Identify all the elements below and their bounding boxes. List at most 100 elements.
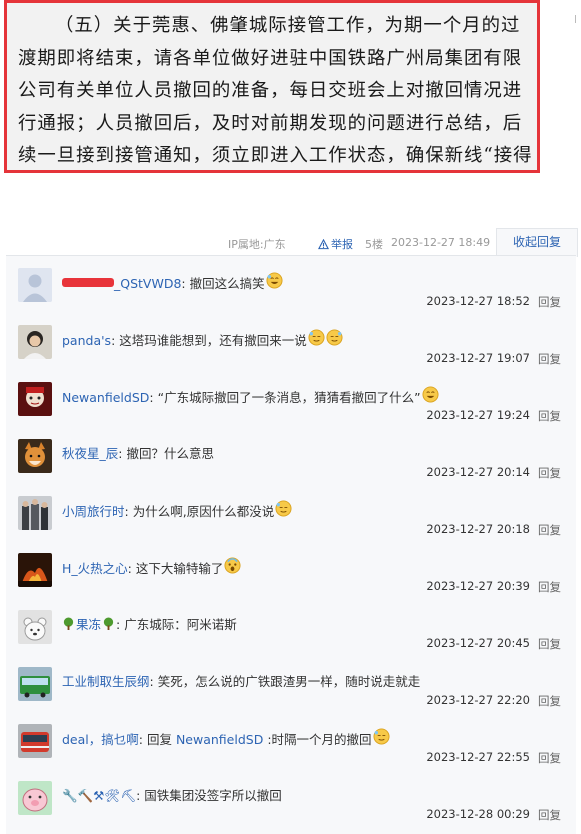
comment-item: 工业制取生辰纲: 笑死，怎么说的广铁跟渣男一样，随时说走就走 2023-12-2… <box>6 659 576 716</box>
comment-line: NewanfieldSD: “广东城际撤回了一条消息，猜猜看撤回了什么” <box>62 386 439 406</box>
train-avatar-icon <box>18 724 52 758</box>
user-photo-icon <box>18 382 52 416</box>
comment-item: 小周旅行时: 为什么啊,原因什么都没说 2023-12-27 20:18 回复 <box>6 488 576 545</box>
avatar[interactable] <box>18 439 52 473</box>
comment-item: _QStVWD8: 撤回这么搞笑 2023-12-27 18:52 回复 <box>6 260 576 317</box>
pig-avatar-icon <box>18 781 52 815</box>
comment-text: “广东城际撤回了一条消息，猜猜看撤回了什么” <box>157 390 421 405</box>
comment-time: 2023-12-27 20:18 <box>426 522 530 536</box>
comment-line: 秋夜星_辰: 撤回？什么意思 <box>62 446 214 461</box>
redaction-mark <box>62 278 114 287</box>
comment-username[interactable]: H_火热之心 <box>62 561 128 576</box>
comment-username[interactable]: 秋夜星_辰 <box>62 446 118 461</box>
sweat-emoji-icon <box>308 329 325 346</box>
comment-text: 这下大输特输了 <box>135 561 224 576</box>
reply-link[interactable]: 回复 <box>538 807 561 823</box>
comment-text: 国铁集团没签字所以撤回 <box>144 788 282 803</box>
bear-avatar-icon <box>18 610 52 644</box>
avatar[interactable] <box>18 781 52 815</box>
comment-text: 广东城际：阿米诺斯 <box>124 617 237 632</box>
comment-item: H_火热之心: 这下大输特输了 2023-12-27 20:39 回复 <box>6 545 576 602</box>
comment-time: 2023-12-27 19:07 <box>426 351 530 365</box>
comment-line: 🔧🔨⚒🛠⛏: 国铁集团没签字所以撤回 <box>62 788 282 803</box>
avatar[interactable] <box>18 610 52 644</box>
comment-text: 为什么啊,原因什么都没说 <box>132 504 275 519</box>
comment-line: H_火热之心: 这下大输特输了 <box>62 557 241 577</box>
tree-icon <box>103 617 114 630</box>
comment-line: deal，搞乜啊: 回复 NewanfieldSD :时隔一个月的撤回 <box>62 728 390 748</box>
ip-location: IP属地:广东 <box>228 238 286 251</box>
collapse-replies-button[interactable]: 收起回复 <box>496 228 578 257</box>
comment-username[interactable]: 小周旅行时 <box>62 504 125 519</box>
highlight-frame <box>4 0 540 173</box>
report-label: 举报 <box>331 238 353 251</box>
comment-line: 工业制取生辰纲: 笑死，怎么说的广铁跟渣男一样，随时说走就走 <box>62 674 421 689</box>
fire-avatar-icon <box>18 553 52 587</box>
reply-panel: _QStVWD8: 撤回这么搞笑 2023-12-27 18:52 回复 pan… <box>6 255 576 834</box>
reply-link[interactable]: 回复 <box>538 750 561 766</box>
comment-line: 小周旅行时: 为什么啊,原因什么都没说 <box>62 500 292 520</box>
post-time: 2023-12-27 18:49 <box>391 236 491 249</box>
comment-time: 2023-12-27 20:45 <box>426 636 530 650</box>
comment-text: 撤回？什么意思 <box>126 446 214 461</box>
avatar[interactable] <box>18 325 52 359</box>
sweat-emoji-icon <box>373 728 390 745</box>
avatar[interactable] <box>18 496 52 530</box>
reply-link[interactable]: 回复 <box>538 579 561 595</box>
avatar[interactable] <box>18 667 52 701</box>
user-photo-icon <box>18 496 52 530</box>
comment-text: 这塔玛谁能想到，还有撤回来一说 <box>119 333 307 348</box>
reply-link[interactable]: 回复 <box>538 636 561 652</box>
comment-time: 2023-12-28 00:29 <box>426 807 530 821</box>
comment-time: 2023-12-27 19:24 <box>426 408 530 422</box>
comment-username[interactable]: _QStVWD8 <box>62 276 181 291</box>
avatar[interactable] <box>18 724 52 758</box>
comment-username[interactable]: 果冻 <box>76 617 101 632</box>
comment-time: 2023-12-27 22:55 <box>426 750 530 764</box>
comment-line: panda's: 这塔玛谁能想到，还有撤回来一说 <box>62 329 343 349</box>
avatar[interactable] <box>18 382 52 416</box>
reply-link[interactable]: 回复 <box>538 465 561 481</box>
sweat-emoji-icon <box>275 500 292 517</box>
default-user-icon <box>18 268 52 302</box>
surprised-emoji-icon <box>224 557 241 574</box>
comment-item: 🔧🔨⚒🛠⛏: 国铁集团没签字所以撤回 2023-12-28 00:29 回复 <box>6 773 576 830</box>
comment-item: deal，搞乜啊: 回复 NewanfieldSD :时隔一个月的撤回 2023… <box>6 716 576 773</box>
fox-avatar-icon <box>18 439 52 473</box>
reply-link[interactable]: 回复 <box>538 294 561 310</box>
mention-link[interactable]: NewanfieldSD <box>176 732 263 747</box>
laugh-emoji-icon <box>422 386 439 403</box>
comment-username[interactable]: panda's <box>62 333 111 348</box>
reply-link[interactable]: 回复 <box>538 693 561 709</box>
sweat-emoji-icon <box>326 329 343 346</box>
comment-line: 果冻: 广东城际：阿米诺斯 <box>62 614 237 633</box>
floor-number: 5楼 <box>365 238 383 251</box>
comment-username[interactable]: 工业制取生辰纲 <box>62 674 150 689</box>
comment-item: 秋夜星_辰: 撤回？什么意思 2023-12-27 20:14 回复 <box>6 431 576 488</box>
reply-link[interactable]: 回复 <box>538 408 561 424</box>
comment-text: 笑死，怎么说的广铁跟渣男一样，随时说走就走 <box>157 674 421 689</box>
comment-text: 撤回这么搞笑 <box>189 276 265 291</box>
comment-item: 果冻: 广东城际：阿米诺斯 2023-12-27 20:45 回复 <box>6 602 576 659</box>
post-meta-bar: IP属地:广东 举报 5楼 2023-12-27 18:49 <box>0 232 581 254</box>
report-link[interactable]: 举报 <box>318 236 353 252</box>
comment-time: 2023-12-27 20:14 <box>426 465 530 479</box>
comment-time: 2023-12-27 18:52 <box>426 294 530 308</box>
bus-avatar-icon <box>18 667 52 701</box>
comment-username[interactable]: NewanfieldSD <box>62 390 149 405</box>
avatar[interactable] <box>18 553 52 587</box>
comment-item: NewanfieldSD: “广东城际撤回了一条消息，猜猜看撤回了什么” 202… <box>6 374 576 431</box>
tree-icon <box>63 617 74 630</box>
avatar[interactable] <box>18 268 52 302</box>
user-photo-icon <box>18 325 52 359</box>
reply-link[interactable]: 回复 <box>538 522 561 538</box>
reply-link[interactable]: 回复 <box>538 351 561 367</box>
comment-text-tail: :时隔一个月的撤回 <box>263 732 372 747</box>
comment-time: 2023-12-27 22:20 <box>426 693 530 707</box>
edge-divider <box>575 15 580 23</box>
comment-text: 回复 <box>146 732 176 747</box>
comment-username[interactable]: 🔧🔨⚒🛠⛏ <box>62 788 136 803</box>
comment-time: 2023-12-27 20:39 <box>426 579 530 593</box>
comment-username[interactable]: deal，搞乜啊 <box>62 732 139 747</box>
laugh-emoji-icon <box>266 272 283 289</box>
